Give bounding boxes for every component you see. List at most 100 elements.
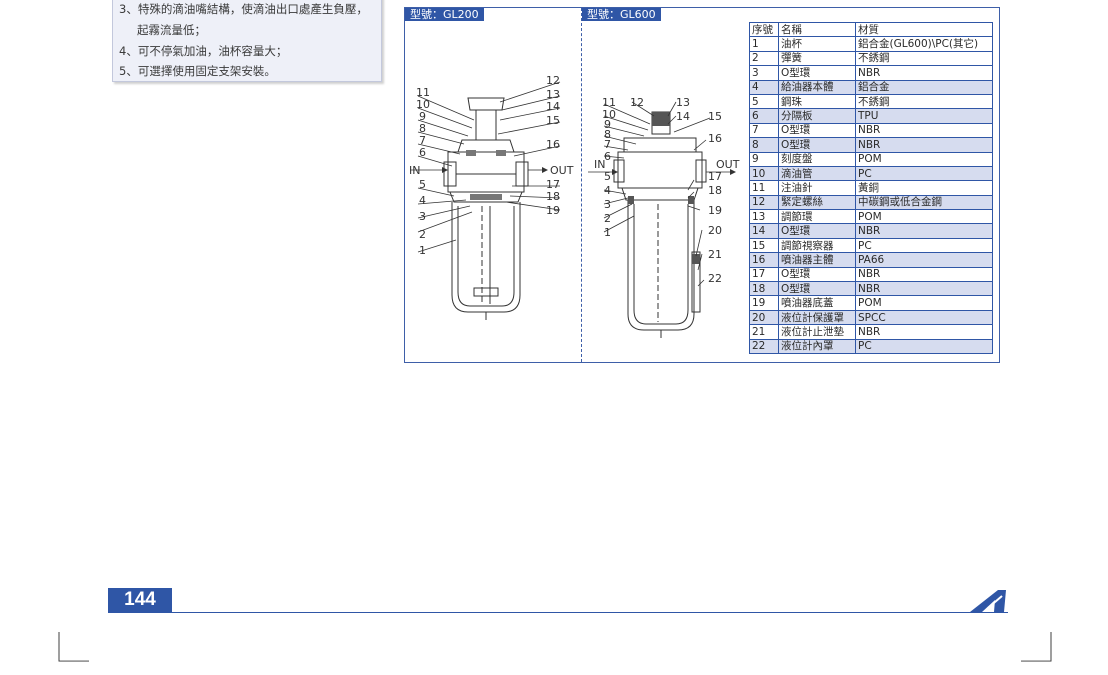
crop-mark-right-icon [1021,632,1052,662]
gl600-part-17: 17 [708,170,722,183]
table-row: 20 液位計保護罩 SPCC [749,309,993,326]
cell-no: 17 [749,266,779,283]
gl200-part-4: 4 [419,194,426,207]
cell-material: PC [855,237,993,254]
gl600-part-5: 5 [604,170,611,183]
table-row: 1 油杯 鋁合金(GL600)\PC(其它) [749,36,993,52]
gl600-part-18: 18 [708,184,722,197]
table-row: 15 調節視察器 PC [749,237,993,254]
cell-no: 1 [749,36,779,52]
cell-no: 13 [749,209,779,225]
cell-name: 液位計保護罩 [778,309,856,326]
gl600-part-21: 21 [708,248,722,261]
gl600-part-22: 22 [708,272,722,285]
table-row: 7 O型環 NBR [749,122,993,139]
table-row: 9 刻度盤 POM [749,151,993,167]
header-name: 名稱 [778,21,856,38]
footer-rule [108,612,1008,613]
cell-no: 10 [749,165,779,182]
table-row: 19 噴油器底蓋 POM [749,295,993,311]
table-row: 17 O型環 NBR [749,266,993,283]
cell-name: 注油針 [778,180,856,196]
gl200-part-1: 1 [419,244,426,257]
table-row: 5 鋼珠 不銹鋼 [749,93,993,110]
header-no: 序號 [749,21,779,38]
gl200-part-16: 16 [546,138,560,151]
cell-no: 21 [749,324,779,340]
parts-table-header: 序號 名稱 材質 [749,21,993,38]
cell-material: 鋁合金(GL600)\PC(其它) [855,36,993,52]
cell-no: 12 [749,194,779,211]
table-row: 18 O型環 NBR [749,281,993,297]
gl200-part-19: 19 [546,204,560,217]
gl200-part-18: 18 [546,190,560,203]
gl600-part-11: 11 [602,96,616,109]
cell-name: 液位計內罩 [778,338,856,354]
cell-material: 不銹鋼 [855,50,993,67]
cell-material: NBR [855,65,993,81]
gl200-part-15: 15 [546,114,560,127]
cell-material: NBR [855,223,993,239]
gl600-part-15: 15 [708,110,722,123]
gl600-part-12: 12 [630,96,644,109]
table-row: 21 液位計止泄墊 NBR [749,324,993,340]
cell-name: 緊定螺絲 [778,194,856,211]
gl200-section-drawing: IN OUT 1 2 3 4 5 6 7 8 9 10 11 12 13 14 … [409,74,574,320]
table-row: 13 調節環 POM [749,209,993,225]
gl200-part-7: 7 [419,134,426,147]
cell-material: PA66 [855,252,993,268]
gl600-part-1: 1 [604,226,611,239]
cell-name: O型環 [778,223,856,239]
cell-name: O型環 [778,122,856,139]
cell-no: 16 [749,252,779,268]
cell-no: 7 [749,122,779,139]
cell-material: PC [855,338,993,354]
cell-material: 黃銅 [855,180,993,196]
gl200-part-12: 12 [546,74,560,87]
cell-name: O型環 [778,281,856,297]
gl200-part-10: 10 [416,98,430,111]
gl200-part-11: 11 [416,86,430,99]
gl600-part-10: 10 [602,108,616,121]
cell-name: 鋼珠 [778,93,856,110]
cell-name: 噴油器底蓋 [778,295,856,311]
gl200-in-label: IN [409,164,420,177]
cell-name: 調節環 [778,209,856,225]
gl200-part-8: 8 [419,122,426,135]
feature-item: 起霧流量低； [137,23,206,37]
gl600-section-drawing: IN OUT 1 2 3 4 5 6 7 8 9 10 11 12 13 14 … [588,96,740,338]
cell-material: POM [855,151,993,167]
cell-no: 9 [749,151,779,167]
cell-no: 3 [749,65,779,81]
cell-no: 2 [749,50,779,67]
cell-material: 不銹鋼 [855,93,993,110]
cell-material: NBR [855,324,993,340]
cell-no: 20 [749,309,779,326]
cell-no: 15 [749,237,779,254]
table-row: 10 滴油管 PC [749,165,993,182]
table-row: 16 噴油器主體 PA66 [749,252,993,268]
gl600-part-4: 4 [604,184,611,197]
gl200-part-14: 14 [546,100,560,113]
gl600-part-6: 6 [604,150,611,163]
crop-mark-left-icon [58,632,89,662]
feature-item: 4、可不停氣加油，油杯容量大； [119,44,288,58]
gl200-part-5: 5 [419,178,426,191]
cell-name: 給油器本體 [778,79,856,95]
cell-no: 4 [749,79,779,95]
cell-material: NBR [855,122,993,139]
table-row: 8 O型環 NBR [749,137,993,153]
cell-name: O型環 [778,137,856,153]
table-row: 3 O型環 NBR [749,65,993,81]
parts-table: 序號 名稱 材質 1 油杯 鋁合金(GL600)\PC(其它) 2 彈簧 不銹鋼 3 O型… [749,21,993,354]
header-material: 材質 [855,21,993,38]
cell-no: 8 [749,137,779,153]
cell-material: POM [855,295,993,311]
gl200-part-9: 9 [419,110,426,123]
cell-name: 調節視察器 [778,237,856,254]
gl200-part-3: 3 [419,210,426,223]
table-row: 12 緊定螺絲 中碳鋼或低合金鋼 [749,194,993,211]
cell-no: 11 [749,180,779,196]
gl600-part-3: 3 [604,198,611,211]
cell-name: 彈簧 [778,50,856,67]
